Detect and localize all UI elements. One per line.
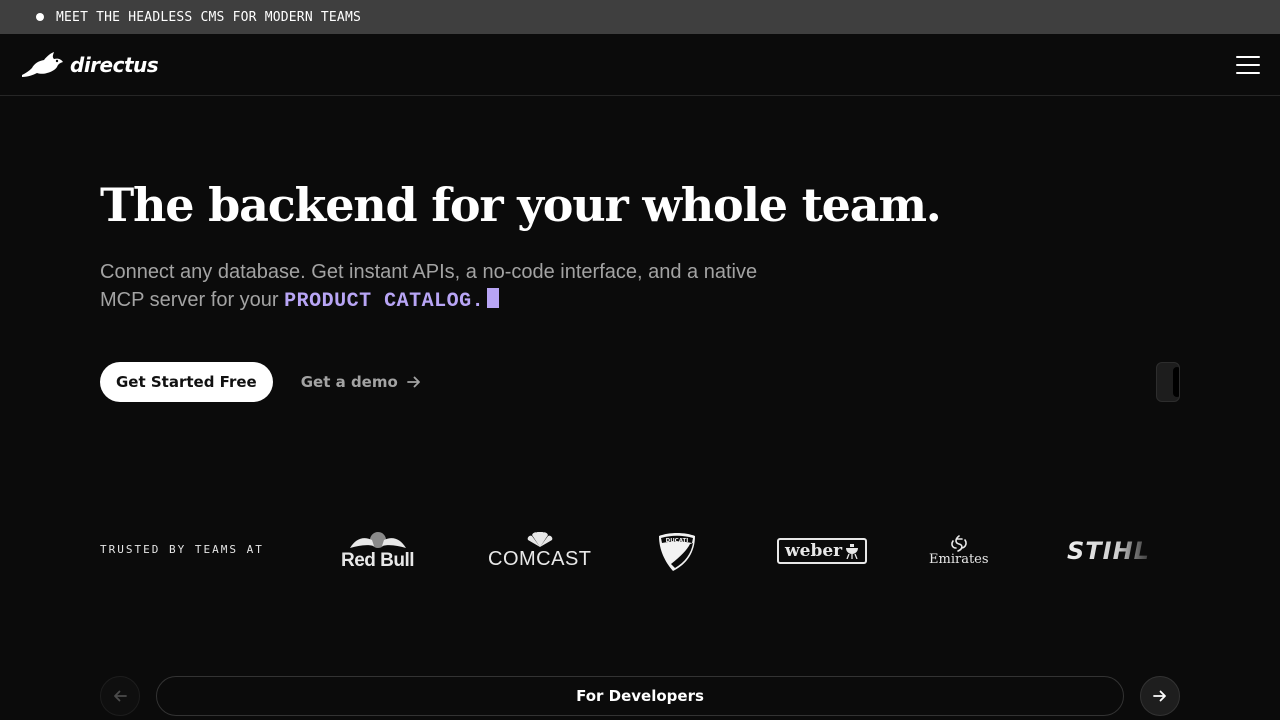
carousel-current-tab[interactable]: For Developers (156, 676, 1124, 716)
announcement-text[interactable]: MEET THE HEADLESS CMS FOR MODERN TEAMS (56, 10, 361, 25)
get-started-button[interactable]: Get Started Free (100, 362, 273, 402)
hero-subtitle: Connect any database. Get instant APIs, … (100, 258, 780, 316)
arrow-right-icon (406, 376, 420, 388)
ducati-shield-icon: DUCATI (659, 533, 695, 571)
arrow-left-icon (114, 690, 127, 702)
logo-strip: Red Bull COMCAST DUCATI weber Emirates S… (305, 518, 1180, 584)
kettle-grill-icon (846, 544, 859, 559)
rotating-word: PRODUCT CATALOG. (284, 290, 485, 313)
rabbit-logo-icon (22, 51, 63, 77)
announcement-bar[interactable]: MEET THE HEADLESS CMS FOR MODERN TEAMS (0, 0, 1280, 34)
directus-logo[interactable]: directus (20, 51, 159, 79)
hamburger-menu-icon[interactable] (1236, 55, 1260, 74)
ducati-logo: DUCATI (657, 518, 697, 584)
get-demo-link[interactable]: Get a demo (301, 373, 422, 391)
arabic-calligraphy-icon (950, 535, 967, 552)
bulls-icon (349, 532, 406, 548)
side-widget-tab[interactable] (1156, 362, 1180, 402)
next-button[interactable] (1140, 676, 1180, 716)
hero-title: The backend for your whole team. (100, 178, 942, 232)
typing-cursor (487, 288, 500, 308)
site-header: directus (0, 34, 1280, 96)
weber-logo: weber (777, 518, 868, 584)
weber-logo-text: weber (785, 541, 843, 561)
weber-badge: weber (777, 538, 868, 564)
previous-button[interactable] (100, 676, 140, 716)
brand-name: directus (70, 52, 159, 77)
comcast-logo: COMCAST (488, 518, 592, 584)
redbull-logo-text: Red Bull (341, 550, 415, 571)
logo-fade-right (1120, 518, 1180, 584)
emirates-logo: Emirates (929, 518, 989, 584)
arrow-right-icon (1153, 690, 1166, 702)
logo-fade-left (305, 518, 345, 584)
comcast-logo-text: COMCAST (488, 547, 592, 570)
peacock-icon (527, 531, 553, 547)
redbull-logo: Red Bull (341, 518, 415, 584)
cta-row: Get Started Free Get a demo (100, 362, 422, 402)
get-demo-label: Get a demo (300, 373, 398, 391)
ducati-logo-text: DUCATI (666, 538, 689, 544)
bullet-dot-icon (36, 13, 44, 21)
emirates-logo-text: Emirates (929, 552, 989, 567)
trusted-label: TRUSTED BY TEAMS AT (100, 543, 264, 556)
audience-carousel: For Developers (100, 676, 1180, 716)
